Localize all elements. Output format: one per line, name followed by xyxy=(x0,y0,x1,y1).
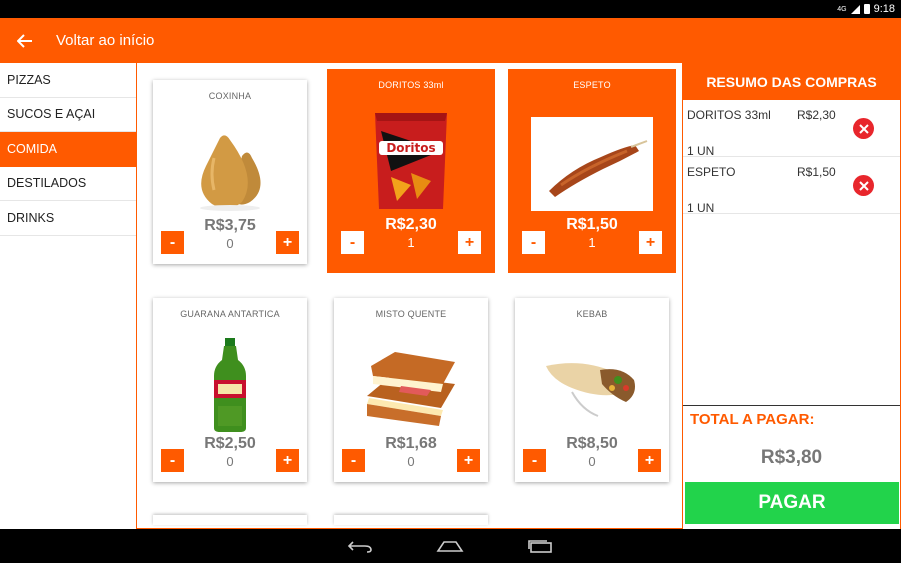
coxinha-image xyxy=(200,135,261,211)
product-name: ESPETO xyxy=(573,80,611,90)
summary-divider xyxy=(683,405,900,406)
product-name: GUARANA ANTARTICA xyxy=(180,309,280,319)
back-button[interactable] xyxy=(0,18,50,63)
page-title[interactable]: Voltar ao início xyxy=(56,32,154,49)
product-card-misto-quente[interactable]: MISTO QUENTE R$1,68 0 - + xyxy=(334,298,488,482)
signal-icon xyxy=(850,4,860,14)
product-card-partial[interactable] xyxy=(334,515,488,525)
sidebar-item-sucos-acai[interactable]: SUCOS E AÇAI xyxy=(0,98,136,132)
summary-item-units: 1 UN xyxy=(687,201,715,215)
increase-quantity-button[interactable]: + xyxy=(276,449,299,472)
category-sidebar: PIZZAS SUCOS E AÇAI COMIDA DESTILADOS DR… xyxy=(0,63,136,529)
recents-nav-icon xyxy=(528,540,552,553)
total-value: R$3,80 xyxy=(760,447,823,468)
order-summary-panel: RESUMO DAS COMPRAS DORITOS 33ml R$2,30 1… xyxy=(682,63,901,529)
close-circle-icon xyxy=(858,180,869,191)
close-circle-icon xyxy=(858,123,869,134)
back-nav-icon xyxy=(347,541,372,553)
sidebar-item-pizzas[interactable]: PIZZAS xyxy=(0,63,136,98)
battery-icon xyxy=(863,4,870,14)
product-name: KEBAB xyxy=(576,309,608,319)
product-name: COXINHA xyxy=(208,91,252,101)
summary-item-name: DORITOS 33ml xyxy=(687,108,771,122)
arrow-left-icon xyxy=(17,33,32,48)
product-name: MISTO QUENTE xyxy=(375,309,447,319)
pay-button[interactable]: PAGAR xyxy=(685,482,899,524)
increase-quantity-button[interactable]: + xyxy=(639,231,662,254)
home-nav-icon xyxy=(436,541,464,552)
product-card-coxinha[interactable]: COXINHA R$3,75 0 - + xyxy=(153,80,307,264)
status-bar: 4G 9:18 xyxy=(0,0,901,18)
clock: 9:18 xyxy=(873,3,895,15)
decrease-quantity-button[interactable]: - xyxy=(342,449,365,472)
decrease-quantity-button[interactable]: - xyxy=(161,231,184,254)
product-card-partial[interactable] xyxy=(153,515,307,525)
total-label: TOTAL A PAGAR: xyxy=(690,411,815,428)
product-card-kebab[interactable]: KEBAB R$8,50 0 - + xyxy=(515,298,669,482)
remove-item-button[interactable] xyxy=(853,118,874,139)
summary-item-name: ESPETO xyxy=(687,165,736,179)
doritos-image: Doritos xyxy=(375,113,447,209)
product-card-guarana[interactable]: GUARANA ANTARTICA R$2,50 0 - + xyxy=(153,298,307,482)
summary-item-units: 1 UN xyxy=(687,144,715,158)
decrease-quantity-button[interactable]: - xyxy=(161,449,184,472)
system-nav-bar xyxy=(0,529,901,563)
guarana-bottle-image xyxy=(214,338,246,432)
summary-item: ESPETO R$1,50 1 UN xyxy=(683,157,900,215)
kebab-image xyxy=(546,363,635,417)
network-type: 4G xyxy=(837,5,847,13)
summary-item: DORITOS 33ml R$2,30 1 UN xyxy=(683,100,900,158)
increase-quantity-button[interactable]: + xyxy=(276,231,299,254)
product-card-espeto[interactable]: ESPETO R$1,50 1 - + xyxy=(508,69,676,273)
decrease-quantity-button[interactable]: - xyxy=(523,449,546,472)
remove-item-button[interactable] xyxy=(853,175,874,196)
sidebar-item-drinks[interactable]: DRINKS xyxy=(0,201,136,236)
summary-title: RESUMO DAS COMPRAS xyxy=(683,63,900,100)
product-grid: COXINHA R$3,75 0 - + DORITOS 33ml Dorito… xyxy=(136,63,682,529)
product-card-doritos[interactable]: DORITOS 33ml Doritos R$2,30 1 - + xyxy=(327,69,495,273)
decrease-quantity-button[interactable]: - xyxy=(522,231,545,254)
nav-recents-button[interactable] xyxy=(525,536,555,556)
svg-text:Doritos: Doritos xyxy=(386,141,435,155)
increase-quantity-button[interactable]: + xyxy=(457,449,480,472)
summary-item-price: R$2,30 xyxy=(797,108,836,122)
nav-back-button[interactable] xyxy=(345,536,375,556)
sidebar-item-comida[interactable]: COMIDA xyxy=(0,132,136,167)
nav-home-button[interactable] xyxy=(435,536,465,556)
misto-quente-image xyxy=(367,352,455,426)
decrease-quantity-button[interactable]: - xyxy=(341,231,364,254)
increase-quantity-button[interactable]: + xyxy=(458,231,481,254)
espeto-image xyxy=(531,117,653,211)
product-name: DORITOS 33ml xyxy=(378,80,444,90)
increase-quantity-button[interactable]: + xyxy=(638,449,661,472)
action-bar: Voltar ao início xyxy=(0,18,901,63)
sidebar-item-destilados[interactable]: DESTILADOS xyxy=(0,167,136,201)
summary-item-price: R$1,50 xyxy=(797,165,836,179)
